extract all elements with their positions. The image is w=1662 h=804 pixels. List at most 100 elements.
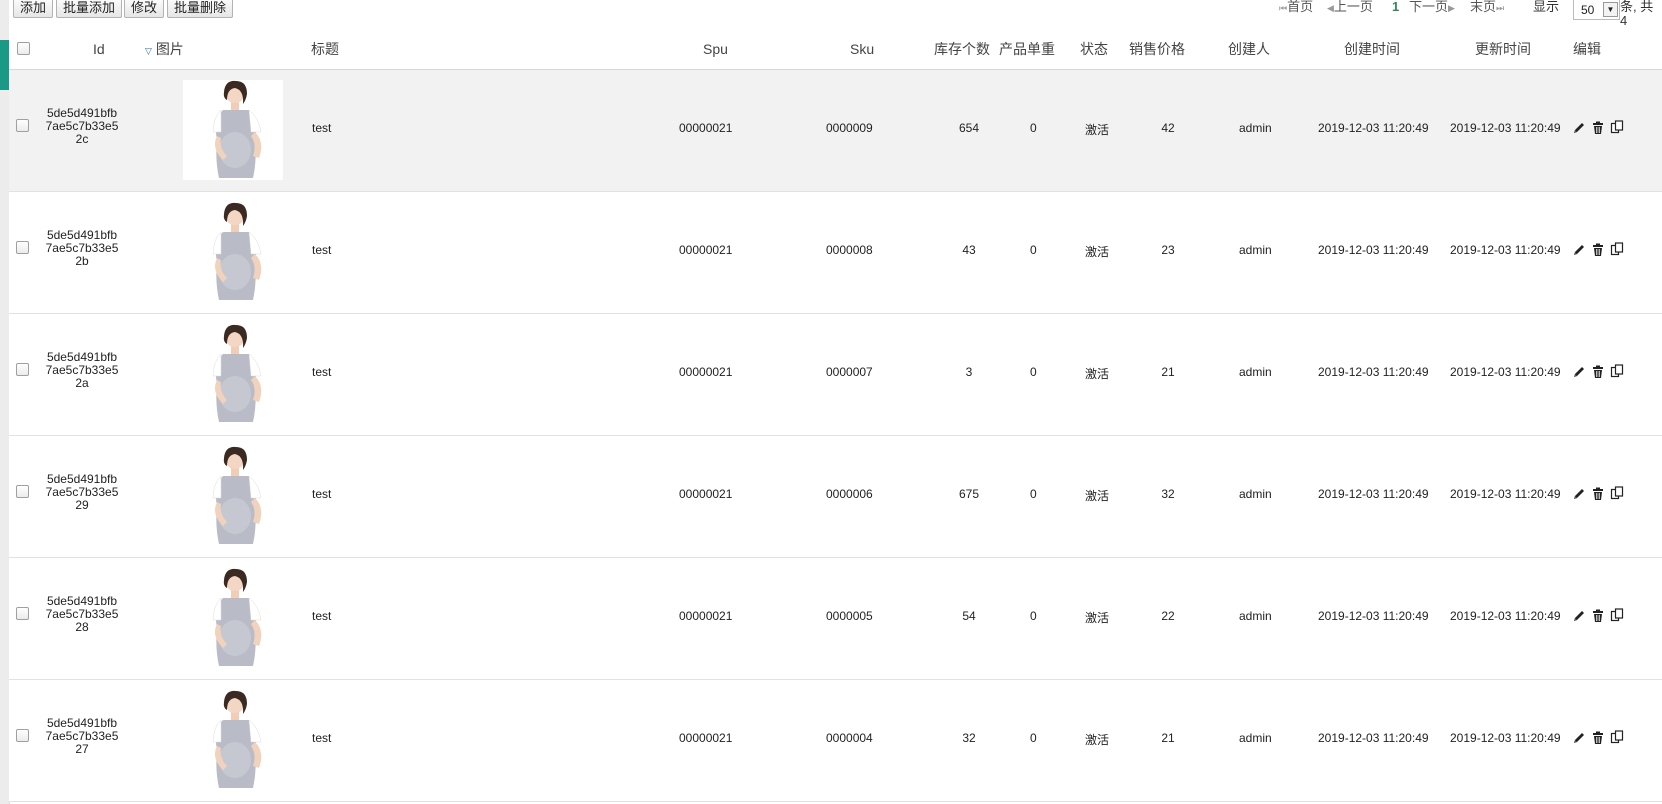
col-edit: 编辑: [1573, 41, 1601, 57]
table-row[interactable]: 5de5d491bfb7ae5c7b33e528 test 00000021 0000…: [9, 558, 1662, 680]
product-thumbnail: [183, 80, 283, 180]
product-thumbnail: [183, 446, 283, 546]
pager-next-label: 下一页: [1409, 0, 1449, 14]
row-checkbox[interactable]: [16, 729, 29, 742]
delete-icon[interactable]: [1591, 487, 1605, 501]
row-checkbox[interactable]: [16, 607, 29, 620]
cell-stock: 32: [962, 731, 976, 745]
cell-status: 激活: [1085, 367, 1110, 381]
cell-status: 激活: [1085, 123, 1110, 137]
row-checkbox[interactable]: [16, 119, 29, 132]
col-updated[interactable]: 更新时间: [1475, 29, 1531, 69]
delete-icon[interactable]: [1591, 121, 1605, 135]
pager-next[interactable]: 下一页▶: [1409, 0, 1455, 16]
product-thumbnail: [183, 202, 283, 302]
next-page-icon: ▶: [1448, 3, 1455, 13]
cell-id: 5de5d491bfb7ae5c7b33e52a: [45, 350, 119, 390]
cell-spu: 00000021: [679, 731, 733, 745]
col-status[interactable]: 状态: [1080, 29, 1108, 69]
col-sku[interactable]: Sku: [850, 29, 874, 69]
product-thumbnail: [183, 324, 283, 424]
row-checkbox[interactable]: [16, 363, 29, 376]
table-header: Id ▽ 图片 标题 Spu Sku 库存个数 产品单重 状态 销售价格 创建人…: [9, 29, 1662, 70]
delete-icon[interactable]: [1591, 243, 1605, 257]
show-label: 显示: [1533, 0, 1560, 14]
cell-title: test: [312, 121, 332, 135]
cell-price: 21: [1161, 731, 1175, 745]
copy-icon[interactable]: [1610, 486, 1624, 500]
product-thumbnail: [183, 568, 283, 668]
cell-spu: 00000021: [679, 487, 733, 501]
product-image[interactable]: [183, 324, 283, 424]
row-checkbox[interactable]: [16, 485, 29, 498]
product-image[interactable]: [183, 568, 283, 668]
table-row[interactable]: 5de5d491bfb7ae5c7b33e52b test 00000021 0000…: [9, 192, 1662, 314]
copy-icon[interactable]: [1610, 608, 1624, 622]
cell-creator: admin: [1239, 487, 1272, 501]
add-button[interactable]: 添加: [13, 0, 54, 18]
cell-weight: 0: [1030, 121, 1037, 135]
table-row[interactable]: 5de5d491bfb7ae5c7b33e52c test 00000021 0000…: [9, 70, 1662, 192]
product-image[interactable]: [183, 446, 283, 546]
copy-icon[interactable]: [1610, 730, 1624, 744]
cell-weight: 0: [1030, 731, 1037, 745]
edit-icon[interactable]: [1572, 121, 1586, 135]
col-created[interactable]: 创建时间: [1344, 29, 1400, 69]
edit-icon[interactable]: [1572, 731, 1586, 745]
cell-stock: 54: [962, 609, 976, 623]
copy-icon[interactable]: [1610, 120, 1624, 134]
cell-created: 2019-12-03 11:20:49: [1318, 365, 1429, 379]
edit-icon[interactable]: [1572, 243, 1586, 257]
row-checkbox[interactable]: [16, 241, 29, 254]
cell-price: 23: [1161, 243, 1175, 257]
pager-prev[interactable]: ◀上一页: [1327, 0, 1373, 16]
batch-delete-button[interactable]: 批量删除: [167, 0, 234, 18]
total-text: 条, 共 4: [1620, 0, 1654, 28]
cell-sku: 0000005: [826, 609, 873, 623]
pager-first[interactable]: ⏮首页: [1279, 0, 1313, 16]
cell-sku: 0000008: [826, 243, 873, 257]
page-size-select[interactable]: 50 ▼: [1573, 0, 1620, 20]
cell-weight: 0: [1030, 487, 1037, 501]
table-row[interactable]: 5de5d491bfb7ae5c7b33e529 test 00000021 0000…: [9, 436, 1662, 558]
delete-icon[interactable]: [1591, 609, 1605, 623]
delete-icon[interactable]: [1591, 365, 1605, 379]
cell-stock: 654: [958, 121, 980, 135]
col-id[interactable]: Id: [93, 29, 105, 69]
edit-icon[interactable]: [1572, 609, 1586, 623]
pager-first-label: 首页: [1287, 0, 1314, 14]
cell-sku: 0000006: [826, 487, 873, 501]
cell-updated: 2019-12-03 11:20:49: [1450, 609, 1561, 623]
batch-add-button[interactable]: 批量添加: [56, 0, 123, 18]
sidebar-accent-tab[interactable]: [0, 40, 9, 90]
col-image-label: 图片: [155, 41, 184, 57]
pager-last[interactable]: 末页⏭: [1470, 0, 1504, 16]
modify-button[interactable]: 修改: [124, 0, 165, 18]
col-spu[interactable]: Spu: [703, 29, 728, 69]
product-image[interactable]: [183, 80, 283, 180]
col-weight[interactable]: 产品单重: [999, 29, 1055, 69]
cell-updated: 2019-12-03 11:20:49: [1450, 243, 1561, 257]
cell-spu: 00000021: [679, 243, 733, 257]
cell-status: 激活: [1085, 733, 1110, 747]
product-image[interactable]: [183, 690, 283, 790]
col-price[interactable]: 销售价格: [1129, 29, 1185, 69]
cell-spu: 00000021: [679, 121, 733, 135]
cell-sku: 0000009: [826, 121, 873, 135]
edit-icon[interactable]: [1572, 487, 1586, 501]
product-image[interactable]: [183, 202, 283, 302]
col-title[interactable]: 标题: [311, 29, 339, 69]
cell-creator: admin: [1239, 365, 1272, 379]
table-row[interactable]: 5de5d491bfb7ae5c7b33e527 test 00000021 0000…: [9, 680, 1662, 802]
col-image[interactable]: ▽ 图片: [145, 29, 184, 69]
cell-created: 2019-12-03 11:20:49: [1318, 243, 1429, 257]
col-creator[interactable]: 创建人: [1228, 29, 1270, 69]
select-all-checkbox[interactable]: [17, 42, 30, 55]
table-row[interactable]: 5de5d491bfb7ae5c7b33e52a test 00000021 0000…: [9, 314, 1662, 436]
cell-created: 2019-12-03 11:20:49: [1318, 487, 1429, 501]
copy-icon[interactable]: [1610, 242, 1624, 256]
copy-icon[interactable]: [1610, 364, 1624, 378]
edit-icon[interactable]: [1572, 365, 1586, 379]
delete-icon[interactable]: [1591, 731, 1605, 745]
col-stock[interactable]: 库存个数: [934, 29, 990, 69]
